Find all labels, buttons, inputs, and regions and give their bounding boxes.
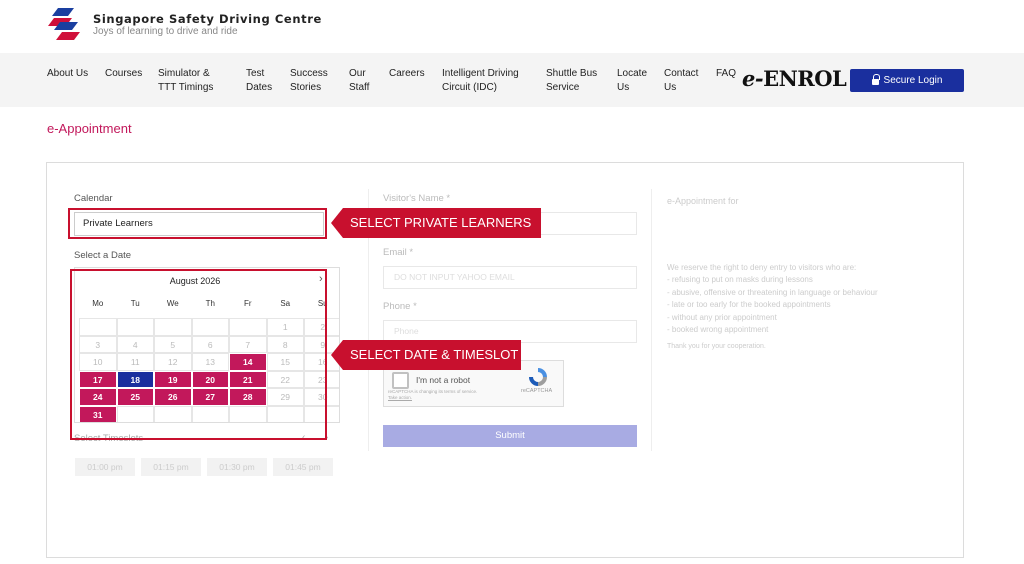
visitor-name-label: Visitor's Name *	[383, 193, 451, 204]
main-nav: About Us Courses Simulator & TTT Timings…	[0, 53, 1024, 107]
recaptcha-icon	[529, 368, 547, 386]
phone-label: Phone *	[383, 301, 417, 312]
recaptcha-brand: reCAPTCHA	[521, 388, 553, 394]
recaptcha-checkbox[interactable]	[392, 372, 409, 389]
info-line: - booked wrong appointment	[667, 325, 769, 334]
annotation-box-date-timeslot	[70, 269, 327, 440]
nav-test-dates[interactable]: Test Dates	[246, 67, 272, 95]
ssdc-logo-icon[interactable]	[48, 6, 82, 42]
lock-icon	[871, 73, 880, 85]
nav-shuttle-bus[interactable]: Shuttle Bus Service	[546, 67, 597, 95]
annotation-arrow	[331, 208, 343, 238]
recaptcha-terms: reCAPTCHA is changing its terms of servi…	[388, 389, 508, 401]
secure-login-label: Secure Login	[883, 75, 943, 86]
e-enrol-logo[interactable]: e-ENROL	[742, 66, 847, 91]
nav-locate-us[interactable]: Locate Us	[617, 67, 647, 95]
info-line: - late or too early for the booked appoi…	[667, 300, 831, 309]
page-title: e-Appointment	[47, 121, 132, 136]
secure-login-button[interactable]: Secure Login	[850, 69, 964, 92]
email-label: Email *	[383, 247, 414, 258]
email-input[interactable]: DO NOT INPUT YAHOO EMAIL	[383, 266, 637, 289]
annotation-arrow	[331, 340, 343, 370]
info-title: e-Appointment for	[667, 196, 739, 206]
timeslot-button[interactable]: 01:00 pm	[75, 458, 135, 476]
recaptcha-terms-link[interactable]: Take action.	[388, 395, 412, 400]
calendar-label: Calendar	[74, 193, 113, 204]
info-line: - without any prior appointment	[667, 313, 777, 322]
recaptcha-terms-text: reCAPTCHA is changing its terms of servi…	[388, 389, 478, 394]
nav-simulator[interactable]: Simulator & TTT Timings	[158, 67, 213, 95]
info-line: - abusive, offensive or threatening in l…	[667, 288, 878, 297]
e-enrol-suffix: ENROL	[763, 66, 847, 91]
e-enrol-prefix: e-	[742, 66, 764, 91]
nav-contact-us[interactable]: Contact Us	[664, 67, 698, 95]
brand-tagline: Joys of learning to drive and ride	[93, 26, 238, 37]
nav-success-stories[interactable]: Success Stories	[290, 67, 328, 95]
nav-careers[interactable]: Careers	[389, 67, 425, 81]
annotation-box-private-learners	[68, 208, 327, 239]
info-thanks: Thank you for your cooperation.	[667, 343, 766, 350]
nav-idc[interactable]: Intelligent Driving Circuit (IDC)	[442, 67, 519, 95]
submit-button[interactable]: Submit	[383, 425, 637, 447]
select-date-label: Select a Date	[74, 250, 132, 261]
site-header: Singapore Safety Driving Centre Joys of …	[0, 0, 1024, 53]
info-line: We reserve the right to deny entry to vi…	[667, 263, 857, 272]
annotation-label-private-learners: SELECT PRIVATE LEARNERS	[343, 208, 541, 238]
column-divider	[651, 189, 652, 451]
recaptcha-label: I'm not a robot	[416, 375, 471, 385]
timeslot-button[interactable]: 01:30 pm	[207, 458, 267, 476]
annotation-label-date-timeslot: SELECT DATE & TIMESLOT	[343, 340, 521, 370]
nav-faq[interactable]: FAQ	[716, 67, 736, 81]
info-line: - refusing to put on masks during lesson…	[667, 275, 813, 284]
timeslot-button[interactable]: 01:45 pm	[273, 458, 333, 476]
nav-our-staff[interactable]: Our Staff	[349, 67, 369, 95]
timeslot-button[interactable]: 01:15 pm	[141, 458, 201, 476]
nav-courses[interactable]: Courses	[105, 67, 142, 81]
nav-about-us[interactable]: About Us	[47, 67, 88, 81]
brand-name: Singapore Safety Driving Centre	[93, 12, 322, 26]
